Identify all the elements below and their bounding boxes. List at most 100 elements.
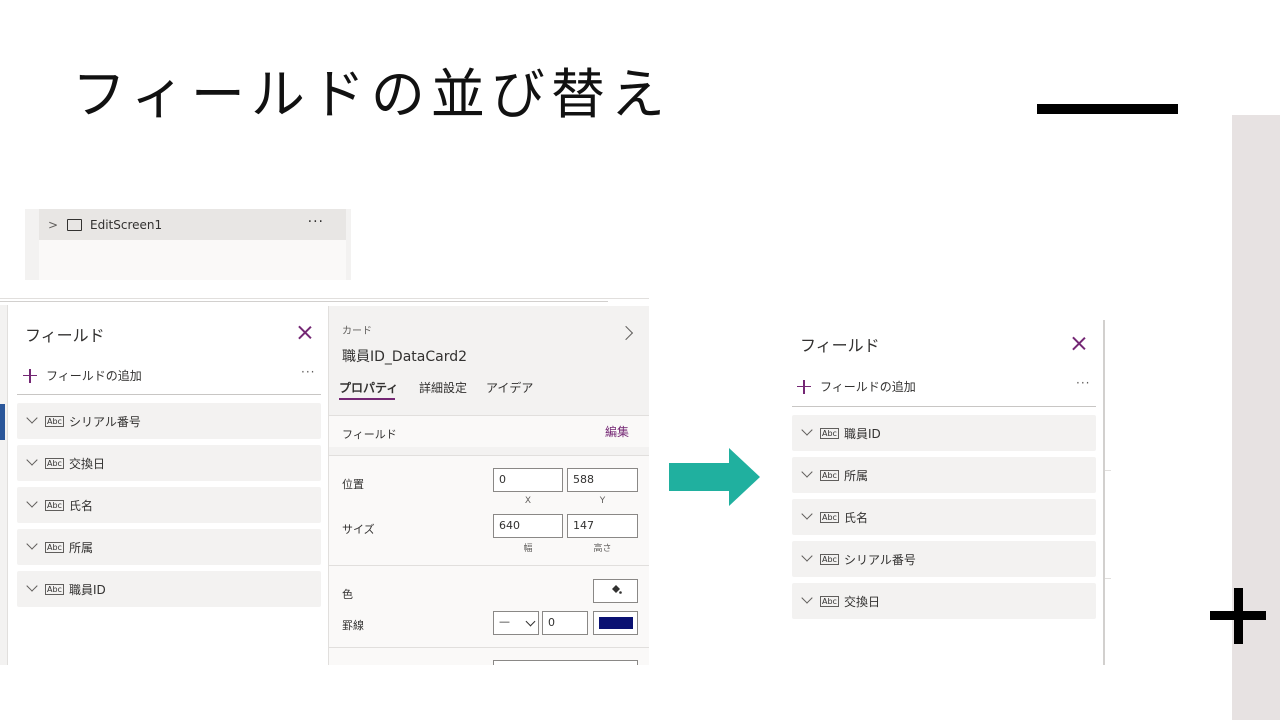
field-item[interactable]: Abc シリアル番号 — [792, 541, 1096, 577]
chevron-down-icon[interactable] — [802, 470, 812, 480]
field-item[interactable]: Abc 交換日 — [17, 445, 321, 481]
fill-color-button[interactable] — [593, 579, 638, 603]
text-type-icon: Abc — [45, 415, 64, 427]
reorder-arrow — [669, 448, 760, 506]
left-selection-accent — [0, 404, 5, 440]
tab-ideas[interactable]: アイデア — [486, 379, 533, 396]
fields-pane-left: フィールド フィールドの追加 ··· Abc シリアル番号 Abc 交換日 Abc 氏名 A… — [9, 306, 328, 665]
tab-properties[interactable]: プロパティ — [339, 379, 398, 396]
screen-icon — [67, 218, 82, 231]
more-options-button[interactable]: ··· — [301, 365, 315, 379]
chevron-right-icon[interactable]: > — [43, 218, 63, 232]
fields-pane-right: フィールド フィールドの追加 ··· Abc 職員ID Abc 所属 Abc 氏名 Abc シ… — [784, 320, 1103, 665]
text-type-icon: Abc — [45, 583, 64, 595]
color-label: 色 — [342, 588, 353, 601]
slide-title: フィールドの並び替え — [72, 63, 671, 126]
field-name: 所属 — [843, 468, 868, 483]
next-section — [329, 647, 649, 665]
field-item[interactable]: Abc 氏名 — [17, 487, 321, 523]
chevron-down-icon[interactable] — [802, 512, 812, 522]
add-field-button[interactable]: フィールドの追加 — [23, 367, 142, 384]
plus-decoration — [1210, 588, 1266, 644]
divider — [792, 406, 1096, 407]
card-kind-label: カード — [342, 326, 372, 337]
plus-icon — [23, 368, 37, 383]
field-name: 交換日 — [68, 456, 105, 471]
border-style-dropdown[interactable]: — — [493, 611, 539, 635]
text-type-icon: Abc — [45, 457, 64, 469]
tree-row-editscreen1[interactable]: > EditScreen1 ··· — [39, 209, 346, 240]
chevron-right-icon[interactable] — [618, 325, 634, 341]
y-caption: Y — [599, 496, 606, 506]
swatch-color — [599, 617, 633, 629]
field-item[interactable]: Abc 所属 — [17, 529, 321, 565]
position-x-input[interactable]: 0 — [493, 468, 563, 492]
chevron-down-icon[interactable] — [802, 428, 812, 438]
field-item[interactable]: Abc 職員ID — [17, 571, 321, 607]
add-field-label: フィールドの追加 — [46, 369, 142, 383]
appearance-section: 色 罫線 — 0 — [329, 565, 649, 647]
more-options-button[interactable]: ··· — [1076, 376, 1090, 390]
text-type-icon: Abc — [820, 595, 839, 607]
field-name: 所属 — [68, 540, 93, 555]
x-caption: X — [524, 496, 532, 506]
field-item[interactable]: Abc 職員ID — [792, 415, 1096, 451]
size-label: サイズ — [342, 523, 375, 536]
card-name: 職員ID_DataCard2 — [342, 349, 467, 365]
border-label: 罫線 — [342, 619, 364, 632]
close-icon[interactable] — [298, 325, 312, 339]
border-style-value: — — [499, 615, 510, 628]
more-options-button[interactable]: ··· — [308, 214, 324, 230]
text-type-icon: Abc — [45, 499, 64, 511]
divider — [17, 394, 321, 395]
card-properties-pane: カード 職員ID_DataCard2 プロパティ 詳細設定 アイデア フィールド… — [328, 306, 649, 665]
text-type-icon: Abc — [820, 427, 839, 439]
field-item[interactable]: Abc 交換日 — [792, 583, 1096, 619]
chevron-down-icon[interactable] — [27, 458, 37, 468]
right-fields-screenshot: フィールド フィールドの追加 ··· Abc 職員ID Abc 所属 Abc 氏名 Abc シ… — [784, 320, 1111, 665]
width-caption: 幅 — [523, 544, 533, 554]
add-field-button[interactable]: フィールドの追加 — [797, 378, 916, 395]
close-icon[interactable] — [1072, 336, 1086, 350]
tree-empty-area — [39, 240, 346, 280]
chevron-down-icon — [525, 616, 536, 627]
field-name: 交換日 — [843, 594, 880, 609]
border-color-swatch[interactable] — [593, 611, 638, 635]
layout-section: 位置 0 588 X Y サイズ 640 147 幅 高さ — [329, 455, 649, 565]
pane-border-tick — [1105, 578, 1111, 579]
field-item[interactable]: Abc 所属 — [792, 457, 1096, 493]
next-section-input[interactable] — [493, 660, 638, 665]
chevron-down-icon[interactable] — [802, 596, 812, 606]
field-name: シリアル番号 — [68, 414, 141, 429]
tab-advanced[interactable]: 詳細設定 — [419, 379, 467, 396]
field-item[interactable]: Abc シリアル番号 — [17, 403, 321, 439]
field-name: 氏名 — [68, 498, 93, 513]
width-input[interactable]: 640 — [493, 514, 563, 538]
border-thickness-input[interactable]: 0 — [542, 611, 588, 635]
paint-bucket-icon — [611, 585, 622, 594]
chevron-down-icon[interactable] — [27, 584, 37, 594]
title-accent-bar — [1037, 104, 1178, 114]
left-scrollbar[interactable] — [0, 305, 8, 665]
edit-fields-link[interactable]: 編集 — [605, 423, 629, 440]
add-field-label: フィールドの追加 — [820, 380, 916, 394]
pane-border-tick — [1105, 470, 1111, 471]
field-name: 氏名 — [843, 510, 868, 525]
chevron-down-icon[interactable] — [27, 542, 37, 552]
field-item[interactable]: Abc 氏名 — [792, 499, 1096, 535]
plus-icon — [797, 379, 811, 394]
left-editor-screenshot: フィールド フィールドの追加 ··· Abc シリアル番号 Abc 交換日 Abc 氏名 A… — [0, 298, 649, 665]
position-y-input[interactable]: 588 — [567, 468, 638, 492]
top-edge — [0, 299, 608, 302]
chevron-down-icon[interactable] — [27, 500, 37, 510]
height-input[interactable]: 147 — [567, 514, 638, 538]
text-type-icon: Abc — [820, 553, 839, 565]
text-type-icon: Abc — [45, 541, 64, 553]
field-name: 職員ID — [68, 582, 106, 597]
field-name: シリアル番号 — [843, 552, 916, 567]
chevron-down-icon[interactable] — [27, 416, 37, 426]
tab-underline — [339, 398, 395, 400]
tree-view-snippet: > EditScreen1 ··· — [25, 209, 351, 280]
screen-name: EditScreen1 — [90, 217, 163, 232]
chevron-down-icon[interactable] — [802, 554, 812, 564]
